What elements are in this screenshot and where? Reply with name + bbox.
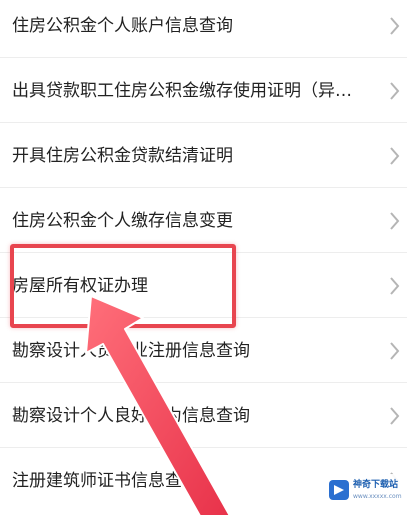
list-item-label: 出具贷款职工住房公积金缴存使用证明（异… — [12, 80, 352, 101]
list-item-label: 住房公积金个人账户信息查询 — [12, 15, 233, 36]
list-item-property-certificate[interactable]: 房屋所有权证办理 — [0, 254, 407, 318]
list-item-label: 住房公积金个人缴存信息变更 — [12, 210, 233, 231]
list-item-label: 勘察设计个人良好行为信息查询 — [12, 405, 250, 426]
list-item-account-info[interactable]: 住房公积金个人账户信息查询 — [0, 0, 407, 58]
service-list: 住房公积金个人账户信息查询 出具贷款职工住房公积金缴存使用证明（异… 开具住房公… — [0, 0, 407, 516]
chevron-right-icon — [385, 339, 403, 363]
list-item-label: 开具住房公积金贷款结清证明 — [12, 145, 233, 166]
watermark: 神奇下载站 www.xxxxx.com — [326, 474, 404, 510]
list-item-label: 勘察设计人员执业注册信息查询 — [12, 340, 250, 361]
chevron-right-icon — [385, 14, 403, 38]
chevron-right-icon — [385, 144, 403, 168]
list-item-label: 房屋所有权证办理 — [12, 275, 148, 296]
watermark-subtext: www.xxxxx.com — [353, 493, 402, 500]
list-item-label: 注册建筑师证书信息查询 — [12, 471, 199, 491]
list-item-loan-certificate[interactable]: 出具贷款职工住房公积金缴存使用证明（异… — [0, 59, 407, 123]
watermark-text: 神奇下载站 — [353, 480, 399, 490]
list-item-survey-registration[interactable]: 勘察设计人员执业注册信息查询 — [0, 319, 407, 383]
list-item-deposit-change[interactable]: 住房公积金个人缴存信息变更 — [0, 189, 407, 253]
list-item-survey-behavior[interactable]: 勘察设计个人良好行为信息查询 — [0, 384, 407, 448]
site-logo-icon — [328, 479, 350, 501]
chevron-right-icon — [385, 79, 403, 103]
chevron-right-icon — [385, 209, 403, 233]
chevron-right-icon — [385, 274, 403, 298]
list-item-loan-settlement[interactable]: 开具住房公积金贷款结清证明 — [0, 124, 407, 188]
chevron-right-icon — [385, 404, 403, 428]
